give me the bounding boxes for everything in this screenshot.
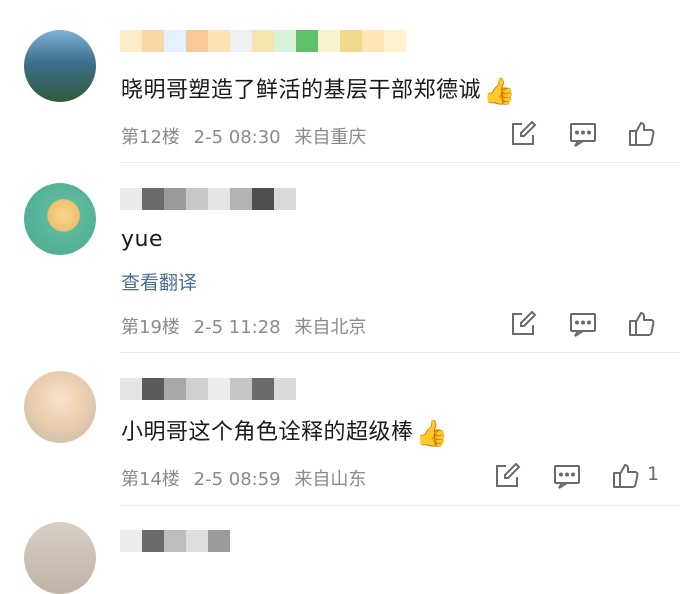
- comment-text: 小明哥这个角色诠释的超级棒👍: [121, 414, 448, 449]
- thumbs-up-emoji-icon: 👍: [415, 419, 449, 449]
- comment-text-content: 小明哥这个角色诠释的超级棒: [121, 420, 414, 445]
- username-blurred[interactable]: [120, 378, 296, 400]
- reply-button[interactable]: [492, 461, 522, 491]
- divider: [120, 162, 680, 163]
- comment-date: 2-5 08:59: [193, 469, 281, 490]
- comment-text-content: 晓明哥塑造了鲜活的基层干部郑德诚: [121, 78, 482, 103]
- like-button[interactable]: [627, 309, 657, 339]
- thumbs-up-emoji-icon: 👍: [483, 77, 516, 107]
- thumbs-up-icon: [629, 122, 655, 146]
- comment-button[interactable]: [568, 119, 598, 149]
- comment-text: yue: [121, 227, 163, 252]
- avatar[interactable]: [24, 30, 96, 102]
- comment-actions: 1: [492, 461, 672, 491]
- edit-icon: [512, 310, 537, 335]
- comment-actions: [508, 119, 668, 149]
- like-button[interactable]: [627, 119, 657, 149]
- username-blurred[interactable]: [120, 30, 406, 52]
- comment-location: 来自山东: [294, 469, 367, 490]
- divider: [120, 352, 680, 353]
- comment-date: 2-5 11:28: [193, 317, 281, 338]
- username-blurred[interactable]: [120, 530, 230, 552]
- comment-button[interactable]: [568, 309, 598, 339]
- comment-button[interactable]: [552, 461, 582, 491]
- comment-text: 晓明哥塑造了鲜活的基层干部郑德诚👍: [121, 72, 516, 107]
- like-button[interactable]: [611, 461, 641, 491]
- avatar[interactable]: [24, 183, 96, 255]
- divider: [120, 505, 680, 506]
- like-count: 1: [647, 463, 660, 485]
- comment-text-content: yue: [121, 227, 163, 252]
- edit-icon: [496, 462, 521, 487]
- reply-button[interactable]: [508, 119, 538, 149]
- comment-meta: 第14楼 2-5 08:59 来自山东: [121, 465, 366, 491]
- thumbs-up-icon: [629, 312, 655, 336]
- comment-actions: [508, 309, 668, 339]
- comment-location: 来自重庆: [294, 127, 367, 148]
- comment-icon: [570, 123, 596, 147]
- comment-meta: 第19楼 2-5 11:28 来自北京: [121, 313, 366, 339]
- translate-link[interactable]: 查看翻译: [121, 268, 197, 295]
- thumbs-up-icon: [613, 464, 639, 488]
- avatar[interactable]: [24, 371, 96, 443]
- floor-number: 第14楼: [121, 469, 180, 490]
- reply-button[interactable]: [508, 309, 538, 339]
- comment-meta: 第12楼 2-5 08:30 来自重庆: [121, 123, 366, 149]
- comment-location: 来自北京: [294, 317, 367, 338]
- avatar[interactable]: [24, 522, 96, 594]
- username-blurred[interactable]: [120, 188, 296, 210]
- comment-icon: [570, 313, 596, 337]
- comment-date: 2-5 08:30: [193, 127, 281, 148]
- edit-icon: [512, 120, 537, 145]
- floor-number: 第19楼: [121, 317, 180, 338]
- floor-number: 第12楼: [121, 127, 180, 148]
- comment-icon: [554, 465, 580, 489]
